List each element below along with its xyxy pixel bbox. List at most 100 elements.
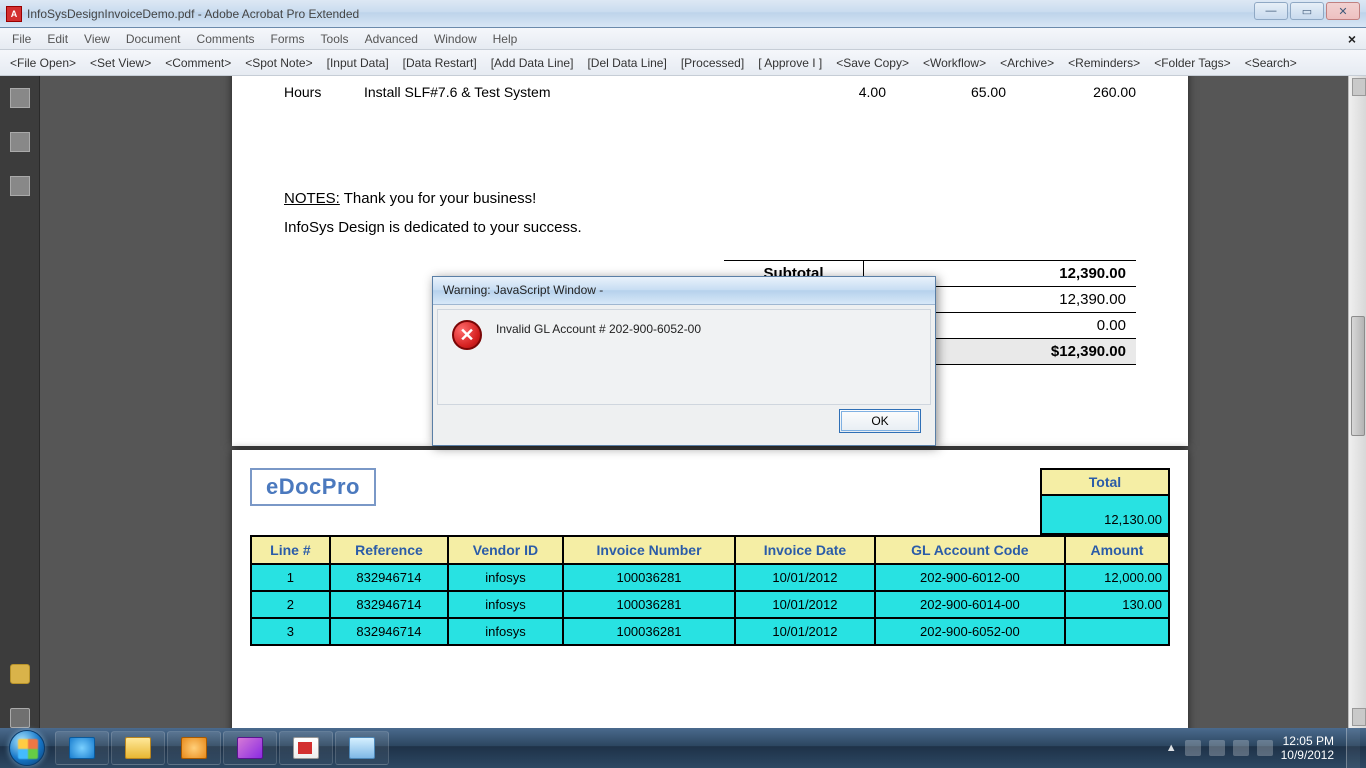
scrollbar-thumb[interactable] [1351,316,1365,436]
toolbar: <File Open> <Set View> <Comment> <Spot N… [0,50,1366,76]
tool-archive[interactable]: <Archive> [1000,56,1054,70]
bookmarks-panel-icon[interactable] [10,132,30,152]
nav-pane [0,76,40,728]
minimize-button[interactable]: — [1254,2,1288,20]
media-icon [181,737,207,759]
menu-view[interactable]: View [76,30,118,48]
invoice-line-item: Hours Install SLF#7.6 & Test System 4.00… [284,84,1136,100]
cell-reference[interactable]: 832946714 [330,591,448,618]
network-icon[interactable] [1233,740,1249,756]
start-button[interactable] [0,728,54,768]
notepad-icon [349,737,375,759]
tool-file-open[interactable]: <File Open> [10,56,76,70]
menu-help[interactable]: Help [485,30,526,48]
power-icon[interactable] [1209,740,1225,756]
edoc-table: Line # Reference Vendor ID Invoice Numbe… [250,535,1170,646]
window-controls: — ▭ ✕ [1254,2,1360,20]
tool-comment[interactable]: <Comment> [165,56,231,70]
cell-amount[interactable]: 12,000.00 [1065,564,1169,591]
menu-document[interactable]: Document [118,30,189,48]
edoc-total-value[interactable]: 12,130.00 [1040,496,1170,535]
menu-advanced[interactable]: Advanced [357,30,426,48]
cell-invoice-date[interactable]: 10/01/2012 [735,618,875,645]
taskbar-explorer[interactable] [111,731,165,765]
cell-amount[interactable]: 130.00 [1065,591,1169,618]
taskbar-media-player[interactable] [167,731,221,765]
cell-gl-account[interactable]: 202-900-6012-00 [875,564,1065,591]
col-vendor: Vendor ID [448,536,563,564]
tool-input-data[interactable]: [Input Data] [327,56,389,70]
cell-gl-account[interactable]: 202-900-6052-00 [875,618,1065,645]
flag-icon[interactable] [1185,740,1201,756]
cell-reference[interactable]: 832946714 [330,618,448,645]
ie-icon [69,737,95,759]
cell-gl-account[interactable]: 202-900-6014-00 [875,591,1065,618]
title-bar: A InfoSysDesignInvoiceDemo.pdf - Adobe A… [0,0,1366,28]
show-desktop-button[interactable] [1346,728,1360,768]
maximize-button[interactable]: ▭ [1290,2,1324,20]
invoice-notes: NOTES: Thank you for your business! [284,190,1136,207]
vertical-scrollbar[interactable] [1348,76,1366,728]
close-doc-button[interactable]: × [1348,31,1356,47]
clock[interactable]: 12:05 PM 10/9/2012 [1281,734,1334,762]
cell-invoice-date[interactable]: 10/01/2012 [735,564,875,591]
cell-invoice-date[interactable]: 10/01/2012 [735,591,875,618]
tool-reminders[interactable]: <Reminders> [1068,56,1140,70]
pages-panel-icon[interactable] [10,88,30,108]
line-rate: 65.00 [886,84,1006,100]
menu-file[interactable]: File [4,30,39,48]
tool-processed[interactable]: [Processed] [681,56,744,70]
comments-panel-icon[interactable] [10,664,30,684]
cell-amount[interactable] [1065,618,1169,645]
dialog-title: Warning: JavaScript Window - [433,277,935,305]
taskbar-app1[interactable] [223,731,277,765]
cell-invoice-number[interactable]: 100036281 [563,564,735,591]
menu-forms[interactable]: Forms [263,30,313,48]
cell-vendor[interactable]: infosys [448,618,563,645]
tool-add-data-line[interactable]: [Add Data Line] [491,56,574,70]
close-button[interactable]: ✕ [1326,2,1360,20]
tool-save-copy[interactable]: <Save Copy> [836,56,909,70]
taskbar: ▲ 12:05 PM 10/9/2012 [0,728,1366,768]
system-tray: ▲ 12:05 PM 10/9/2012 [1166,728,1366,768]
error-icon: ✕ [452,320,482,350]
cell-vendor[interactable]: infosys [448,591,563,618]
tool-spot-note[interactable]: <Spot Note> [245,56,312,70]
menu-tools[interactable]: Tools [313,30,357,48]
tray-overflow-icon[interactable]: ▲ [1166,742,1177,754]
cell-reference[interactable]: 832946714 [330,564,448,591]
col-invoice-date: Invoice Date [735,536,875,564]
taskbar-notepad[interactable] [335,731,389,765]
col-reference: Reference [330,536,448,564]
line-type: Hours [284,84,364,100]
taskbar-ie[interactable] [55,731,109,765]
app-icon: A [6,6,22,22]
tool-set-view[interactable]: <Set View> [90,56,151,70]
taskbar-acrobat[interactable] [279,731,333,765]
signatures-panel-icon[interactable] [10,176,30,196]
volume-icon[interactable] [1257,740,1273,756]
dialog-body: ✕ Invalid GL Account # 202-900-6052-00 [437,309,931,405]
stack-icon [237,737,263,759]
cell-invoice-number[interactable]: 100036281 [563,591,735,618]
cell-line[interactable]: 2 [251,591,330,618]
attachments-panel-icon[interactable] [10,708,30,728]
folder-icon [125,737,151,759]
cell-invoice-number[interactable]: 100036281 [563,618,735,645]
cell-line[interactable]: 1 [251,564,330,591]
menu-edit[interactable]: Edit [39,30,76,48]
tool-workflow[interactable]: <Workflow> [923,56,986,70]
tool-del-data-line[interactable]: [Del Data Line] [587,56,666,70]
edoc-header-row: Line # Reference Vendor ID Invoice Numbe… [251,536,1169,564]
tool-search[interactable]: <Search> [1245,56,1297,70]
tool-data-restart[interactable]: [Data Restart] [403,56,477,70]
cell-vendor[interactable]: infosys [448,564,563,591]
tool-approve[interactable]: [ Approve I ] [758,56,822,70]
edoc-total-box: Total 12,130.00 [1040,468,1170,535]
menu-comments[interactable]: Comments [189,30,263,48]
tool-folder-tags[interactable]: <Folder Tags> [1154,56,1231,70]
ok-button[interactable]: OK [839,409,921,433]
clock-time: 12:05 PM [1281,734,1334,748]
cell-line[interactable]: 3 [251,618,330,645]
menu-window[interactable]: Window [426,30,485,48]
